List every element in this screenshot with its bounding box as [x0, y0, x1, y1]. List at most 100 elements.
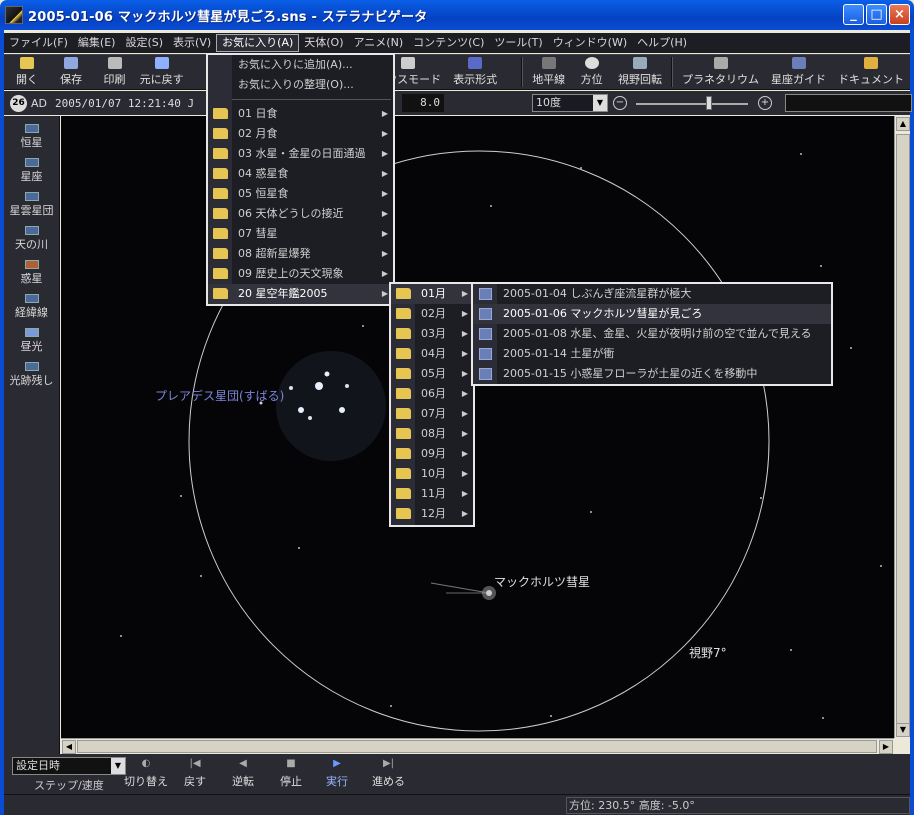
menu-item-month[interactable]: 07月 ▶ — [391, 404, 473, 424]
search-field[interactable] — [785, 94, 912, 112]
menu-item-organize-favorites[interactable]: お気に入りの整理(O)... — [208, 75, 393, 95]
switch-button[interactable]: ◐ 切り替え — [124, 758, 168, 789]
menu-contents[interactable]: コンテンツ(C) — [408, 34, 489, 52]
play-button[interactable]: ▶ 実行 — [326, 758, 348, 789]
step-select[interactable]: 設定日時 ▼ — [12, 757, 126, 775]
status-coordinates: 方位: 230.5° 高度: -5.0° — [566, 797, 910, 814]
grid-lines-toggle[interactable]: 経緯線 — [4, 286, 59, 320]
planets-toggle[interactable]: 惑星 — [4, 252, 59, 286]
direction-button[interactable]: 方位 — [571, 55, 612, 89]
menu-bar: ファイル(F) 編集(E) 設定(S) 表示(V) お気に入り(A) 天体(O)… — [4, 33, 910, 53]
open-button[interactable]: 開く — [4, 55, 50, 89]
comet-macholz — [430, 582, 496, 600]
menu-item-folder[interactable]: 07 彗星 ▶ — [208, 224, 393, 244]
print-button[interactable]: 印刷 — [92, 55, 136, 89]
menu-item-month[interactable]: 11月 ▶ — [391, 484, 473, 504]
menu-view[interactable]: 表示(V) — [168, 34, 216, 52]
horizontal-scroll-thumb[interactable] — [77, 740, 877, 753]
planetarium-button[interactable]: プラネタリウム — [676, 55, 765, 89]
magnitude-field[interactable]: 8.0 — [402, 94, 444, 112]
close-button[interactable]: × — [889, 4, 910, 25]
zoom-slider-thumb[interactable] — [706, 96, 712, 110]
menu-edit[interactable]: 編集(E) — [73, 34, 121, 52]
save-button[interactable]: 保存 — [50, 55, 93, 89]
vertical-scroll-thumb[interactable] — [896, 134, 910, 724]
menu-item-folder[interactable]: 06 天体どうしの接近 ▶ — [208, 204, 393, 224]
menu-item-folder[interactable]: 03 水星・金星の日面通過 ▶ — [208, 144, 393, 164]
menu-item-month[interactable]: 09月 ▶ — [391, 444, 473, 464]
reverse-button[interactable]: ◀ 逆転 — [232, 758, 254, 789]
menu-animation[interactable]: アニメ(N) — [349, 34, 409, 52]
menu-item-folder[interactable]: 02 月食 ▶ — [208, 124, 393, 144]
horizon-button[interactable]: 地平線 — [526, 55, 571, 89]
menu-item-month-selected[interactable]: 01月 ▶ — [391, 284, 473, 304]
horizontal-scrollbar[interactable]: ◀ ▶ — [61, 738, 894, 754]
document-button[interactable]: ドキュメント — [832, 55, 910, 89]
constellation-guide-button[interactable]: 星座ガイド — [765, 55, 832, 89]
switch-icon: ◐ — [141, 758, 151, 769]
menu-objects[interactable]: 天体(O) — [299, 34, 348, 52]
datetime-field[interactable]: 2005/01/07 12:21:40 J — [55, 97, 194, 110]
menu-item-folder[interactable]: 01 日食 ▶ — [208, 104, 393, 124]
display-format-button[interactable]: 表示形式 — [447, 55, 503, 89]
menu-item-event[interactable]: 2005-01-04 しぶんぎ座流星群が極大 — [473, 284, 831, 304]
menu-item-month[interactable]: 02月 ▶ — [391, 304, 473, 324]
menu-tools[interactable]: ツール(T) — [489, 34, 547, 52]
main-toolbar: 開く 保存 印刷 元に戻す マウスモード 表示形式 地平線 方位 視野回転 プラ… — [4, 54, 910, 90]
milky-way-toggle[interactable]: 天の川 — [4, 218, 59, 252]
sky-view[interactable]: プレアデス星団(すばる) マックホルツ彗星 視野7° — [61, 116, 894, 738]
menu-item-month[interactable]: 08月 ▶ — [391, 424, 473, 444]
step-back-button[interactable]: |◀ 戻す — [184, 758, 206, 789]
title-bar[interactable]: 2005-01-06 マックホルツ彗星が見ごろ.sns - ステラナビゲータ _… — [0, 0, 914, 30]
zoom-in-icon[interactable]: + — [758, 96, 772, 110]
nebulae-clusters-toggle[interactable]: 星雲星団 — [4, 184, 59, 218]
scroll-right-icon[interactable]: ▶ — [879, 740, 893, 754]
menu-item-add-favorite[interactable]: お気に入りに追加(A)... — [208, 55, 393, 75]
months-menu: 01月 ▶ 02月 ▶ 03月 ▶ 04月 ▶ 05月 ▶ 06月 ▶ 07月 ▶ 08月 ▶ … — [389, 282, 475, 527]
menu-item-month[interactable]: 04月 ▶ — [391, 344, 473, 364]
zoom-out-icon[interactable]: − — [613, 96, 627, 110]
menu-item-event[interactable]: 2005-01-14 土星が衝 — [473, 344, 831, 364]
folder-icon — [396, 448, 411, 459]
menu-window[interactable]: ウィンドウ(W) — [548, 34, 632, 52]
undo-button[interactable]: 元に戻す — [137, 55, 187, 89]
menu-item-folder[interactable]: 04 惑星食 ▶ — [208, 164, 393, 184]
maximize-button[interactable]: □ — [866, 4, 887, 25]
menu-item-month[interactable]: 06月 ▶ — [391, 384, 473, 404]
submenu-arrow-icon: ▶ — [461, 449, 468, 458]
menu-item-month[interactable]: 10月 ▶ — [391, 464, 473, 484]
view-rotate-button[interactable]: 視野回転 — [612, 55, 668, 89]
constellations-toggle[interactable]: 星座 — [4, 150, 59, 184]
compass-icon — [584, 57, 599, 69]
menu-item-month[interactable]: 12月 ▶ — [391, 504, 473, 524]
menu-item-event-selected[interactable]: 2005-01-06 マックホルツ彗星が見ごろ — [473, 304, 831, 324]
submenu-arrow-icon: ▶ — [461, 409, 468, 418]
step-forward-button[interactable]: ▶| 進める — [372, 758, 405, 789]
menu-item-folder[interactable]: 09 歴史上の天文現象 ▶ — [208, 264, 393, 284]
folder-icon — [213, 148, 228, 159]
menu-item-folder[interactable]: 05 恒星食 ▶ — [208, 184, 393, 204]
trails-toggle[interactable]: 光跡残し — [4, 354, 59, 388]
stars-toggle[interactable]: 恒星 — [4, 116, 59, 150]
menu-item-folder-selected[interactable]: 20 星空年鑑2005 ▶ — [208, 284, 393, 304]
daylight-toggle[interactable]: 昼光 — [4, 320, 59, 354]
minimize-button[interactable]: _ — [843, 4, 864, 25]
menu-settings[interactable]: 設定(S) — [120, 34, 168, 52]
stop-button[interactable]: ■ 停止 — [280, 758, 302, 789]
scroll-down-icon[interactable]: ▼ — [896, 723, 910, 737]
submenu-arrow-icon: ▶ — [381, 269, 388, 278]
menu-help[interactable]: ヘルプ(H) — [632, 34, 692, 52]
menu-item-month[interactable]: 05月 ▶ — [391, 364, 473, 384]
fov-select[interactable]: 10度 ▼ — [532, 94, 608, 112]
menu-item-event[interactable]: 2005-01-08 水星、金星、火星が夜明け前の空で並んで見える — [473, 324, 831, 344]
vertical-scrollbar[interactable]: ▲ ▼ — [894, 116, 910, 738]
menu-item-folder[interactable]: 08 超新星爆発 ▶ — [208, 244, 393, 264]
menu-file[interactable]: ファイル(F) — [4, 34, 73, 52]
scroll-up-icon[interactable]: ▲ — [896, 117, 910, 131]
scroll-left-icon[interactable]: ◀ — [62, 740, 76, 754]
zoom-slider-track[interactable] — [636, 103, 748, 105]
menu-favorites[interactable]: お気に入り(A) — [216, 34, 300, 52]
menu-item-month[interactable]: 03月 ▶ — [391, 324, 473, 344]
folder-icon — [396, 368, 411, 379]
menu-item-event[interactable]: 2005-01-15 小惑星フローラが土星の近くを移動中 — [473, 364, 831, 384]
